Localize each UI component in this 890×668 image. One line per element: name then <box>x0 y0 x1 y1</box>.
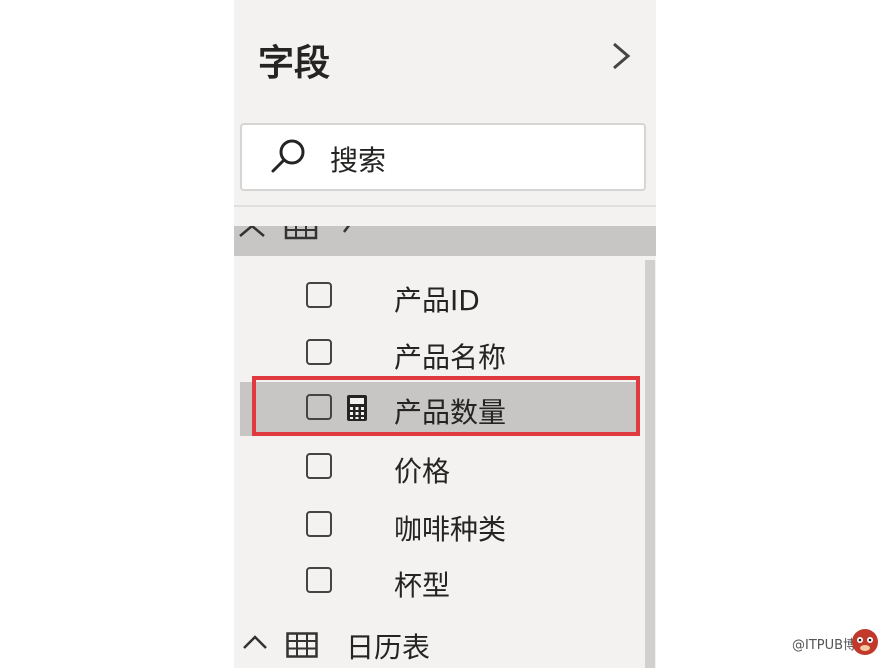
search-input[interactable]: 搜索 <box>240 123 646 191</box>
field-label: 产品名称 <box>394 341 507 374</box>
scrollbar[interactable] <box>645 260 655 668</box>
field-row-coffee-type[interactable]: 咖啡种类 <box>234 497 656 554</box>
pane-title: 字段 <box>258 43 331 84</box>
highlight-annotation <box>252 376 640 436</box>
field-row-cup-type[interactable]: 杯型 <box>234 553 656 610</box>
table-header-products[interactable] <box>234 226 656 256</box>
field-checkbox[interactable] <box>306 453 332 479</box>
field-label: 产品ID <box>394 284 480 317</box>
field-row-product-name[interactable]: 产品名称 <box>234 325 656 382</box>
monkey-logo-icon <box>852 629 878 655</box>
field-label: 杯型 <box>394 569 451 602</box>
field-checkbox[interactable] <box>306 511 332 537</box>
watermark: @ITPUB博客 <box>792 624 884 664</box>
table-header-calendar[interactable]: 日历表 <box>234 622 656 668</box>
search-placeholder: 搜索 <box>330 144 387 177</box>
field-row-product-id[interactable]: 产品ID <box>234 268 656 325</box>
chevron-up-icon[interactable] <box>240 632 270 652</box>
field-checkbox[interactable] <box>306 567 332 593</box>
search-icon <box>271 139 305 173</box>
table-header-icons <box>239 226 351 240</box>
divider <box>234 205 656 207</box>
field-label: 咖啡种类 <box>394 513 507 546</box>
field-checkbox[interactable] <box>306 339 332 365</box>
field-checkbox[interactable] <box>306 282 332 308</box>
fields-pane: 字段 搜索 产品ID 产品名称 产品数量 价格 咖啡种类 杯型 日历表 <box>234 0 656 668</box>
table-icon <box>286 632 318 658</box>
chevron-right-icon[interactable] <box>606 40 636 72</box>
field-row-price[interactable]: 价格 <box>234 439 656 496</box>
table-name: 日历表 <box>346 631 431 664</box>
field-label: 价格 <box>394 455 451 488</box>
